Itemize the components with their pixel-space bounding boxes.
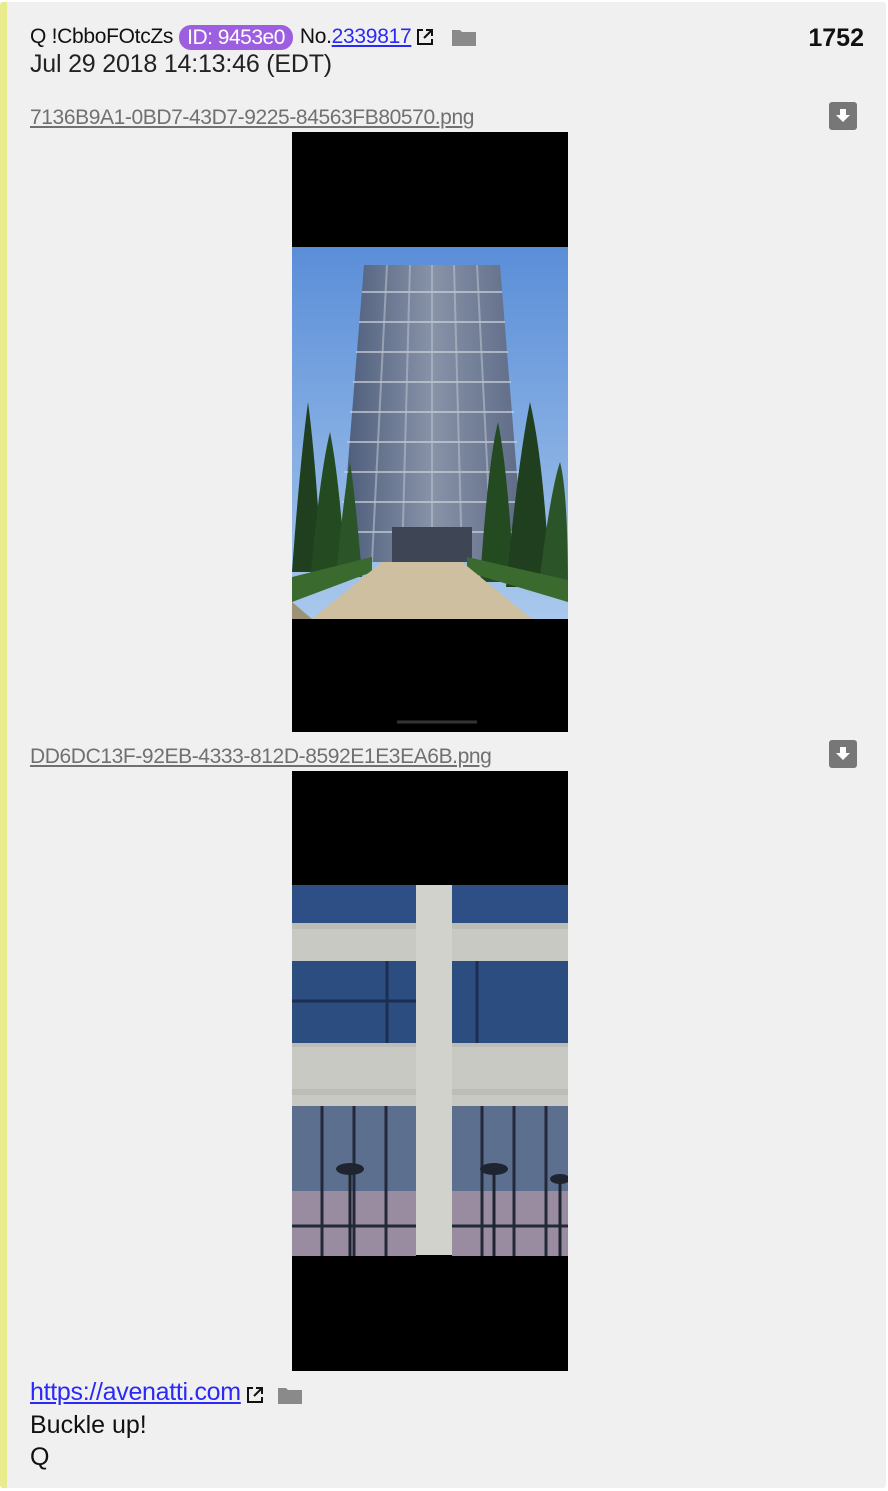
- message-line: Buckle up!: [30, 1411, 147, 1439]
- post-header: Q !CbboFOtcZs ID: 9453e0 No. 2339817: [30, 22, 477, 52]
- attached-image-tower[interactable]: [292, 132, 568, 732]
- message-signature: Q: [30, 1443, 50, 1471]
- attached-image-facade[interactable]: 520: [292, 771, 568, 1371]
- download-button[interactable]: [829, 102, 857, 130]
- external-url-link[interactable]: https://avenatti.com: [30, 1378, 241, 1407]
- id-badge[interactable]: ID: 9453e0: [179, 24, 293, 50]
- folder-icon[interactable]: [277, 1383, 303, 1404]
- post-no-label: No.: [299, 25, 332, 48]
- post-timestamp: Jul 29 2018 14:13:46 (EDT): [30, 50, 332, 78]
- author-name: Q !CbboFOtcZs: [30, 25, 174, 48]
- file-name-link[interactable]: 7136B9A1-0BD7-43D7-9225-84563FB80570.png: [30, 106, 474, 130]
- post-container: Q !CbboFOtcZs ID: 9453e0 No. 2339817 175…: [0, 2, 886, 1488]
- file-name-link[interactable]: DD6DC13F-92EB-4333-812D-8592E1E3EA6B.png: [30, 745, 492, 769]
- download-icon: [836, 747, 850, 760]
- download-icon: [836, 109, 850, 122]
- folder-icon[interactable]: [451, 27, 477, 47]
- external-link-icon[interactable]: [245, 1383, 265, 1403]
- post-id-link[interactable]: 2339817: [332, 25, 412, 49]
- message-link-line: https://avenatti.com: [30, 1378, 303, 1407]
- download-button[interactable]: [829, 740, 857, 768]
- external-link-icon[interactable]: [415, 27, 435, 47]
- post-number: 1752: [808, 24, 864, 52]
